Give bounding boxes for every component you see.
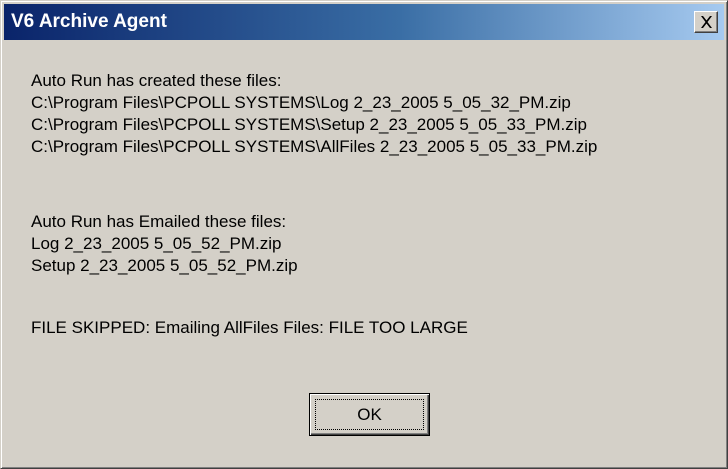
window-title: V6 Archive Agent: [11, 11, 167, 32]
emailed-file-item: Setup 2_23_2005 5_05_52_PM.zip: [31, 256, 298, 275]
title-bar[interactable]: V6 Archive Agent: [4, 4, 724, 40]
emailed-file-item: Log 2_23_2005 5_05_52_PM.zip: [31, 234, 282, 253]
dialog-window: V6 Archive Agent Auto Run has created th…: [0, 0, 728, 469]
created-heading: Auto Run has created these files:: [31, 71, 282, 90]
created-files-section: Auto Run has created these files: C:\Pro…: [31, 70, 597, 158]
created-file-item: C:\Program Files\PCPOLL SYSTEMS\Log 2_23…: [31, 93, 571, 112]
close-button[interactable]: [694, 11, 718, 33]
ok-button[interactable]: OK: [309, 393, 430, 436]
emailed-files-section: Auto Run has Emailed these files: Log 2_…: [31, 211, 298, 277]
close-icon: [701, 16, 712, 28]
created-file-item: C:\Program Files\PCPOLL SYSTEMS\AllFiles…: [31, 137, 598, 156]
ok-button-label: OK: [357, 405, 382, 424]
emailed-heading: Auto Run has Emailed these files:: [31, 212, 287, 231]
created-file-item: C:\Program Files\PCPOLL SYSTEMS\Setup 2_…: [31, 115, 587, 134]
skipped-message: FILE SKIPPED: Emailing AllFiles Files: F…: [31, 318, 468, 337]
